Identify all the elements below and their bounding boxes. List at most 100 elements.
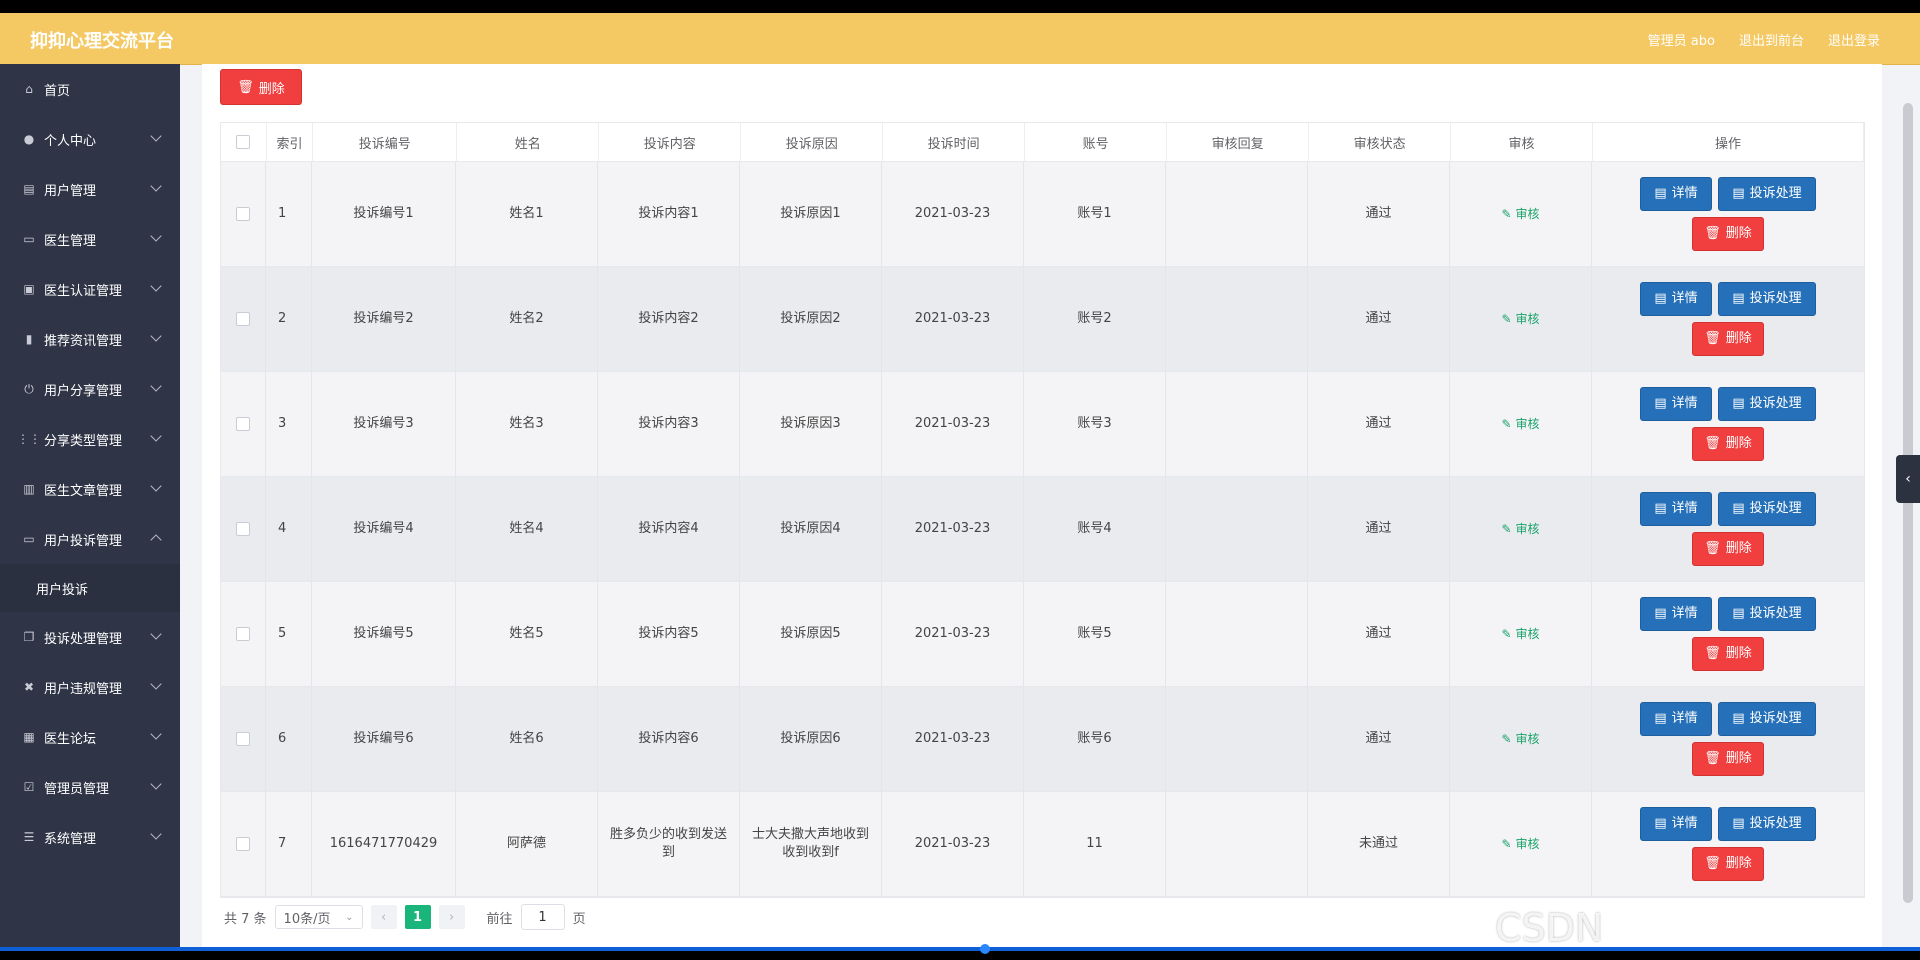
sidebar-item-doctors[interactable]: ▭ 医生管理 — [0, 214, 180, 264]
cell-name: 阿萨德 — [456, 792, 598, 896]
handle-complaint-button[interactable]: ▤ 投诉处理 — [1718, 807, 1816, 841]
sidebar-item-share-types[interactable]: ⋮⋮ 分享类型管理 — [0, 414, 180, 464]
delete-button[interactable]: 🗑 删除 — [1692, 322, 1764, 356]
sidebar-item-admins[interactable]: ☑ 管理员管理 — [0, 762, 180, 812]
sidebar-item-system[interactable]: ☰ 系统管理 — [0, 812, 180, 862]
row-checkbox[interactable] — [236, 417, 250, 431]
document-icon: ▤ — [1732, 291, 1745, 306]
document-icon: ▤ — [1654, 501, 1667, 516]
users-icon: ▤ — [23, 182, 35, 196]
column-header: 姓名 — [457, 123, 600, 161]
detail-button[interactable]: ▤ 详情 — [1640, 702, 1712, 736]
table-row: 5 投诉编号5 姓名5 投诉内容5 投诉原因5 2021-03-23 账号5 通过 ✎ 审核 ▤ 详情… — [221, 582, 1864, 687]
row-actions: ▤ 详情 ▤ 投诉处理 🗑 删除 — [1640, 492, 1816, 566]
handle-label: 投诉处理 — [1749, 291, 1802, 306]
sidebar-item-home[interactable]: ⌂ 首页 — [0, 64, 180, 114]
cell-code: 投诉编号1 — [312, 162, 456, 266]
sidebar-item-news[interactable]: ▮ 推荐资讯管理 — [0, 314, 180, 364]
row-actions-top: ▤ 详情 ▤ 投诉处理 — [1640, 492, 1816, 526]
detail-button[interactable]: ▤ 详情 — [1640, 807, 1712, 841]
complaints-table: 索引 投诉编号 姓名 投诉内容 投诉原因 投诉时间 账号 审核回复 审核状态 审… — [220, 122, 1865, 898]
detail-button[interactable]: ▤ 详情 — [1640, 492, 1712, 526]
cell-reason: 投诉原因2 — [740, 267, 882, 371]
sidebar-item-violations[interactable]: ✖ 用户违规管理 — [0, 662, 180, 712]
row-checkbox[interactable] — [236, 627, 250, 641]
page-number-current[interactable]: 1 — [404, 905, 431, 929]
batch-delete-button[interactable]: 🗑 删除 — [220, 69, 302, 105]
app-window: 抑抑心理交流平台 管理员 abo 退出到前台 退出登录 ⌂ 首页 ● 个人中心 … — [0, 13, 1920, 947]
handle-complaint-button[interactable]: ▤ 投诉处理 — [1718, 597, 1816, 631]
top-header: 抑抑心理交流平台 管理员 abo 退出到前台 退出登录 — [0, 13, 1920, 65]
delete-button[interactable]: 🗑 删除 — [1692, 532, 1764, 566]
back-to-front-link[interactable]: 退出到前台 — [1739, 30, 1804, 49]
row-checkbox[interactable] — [236, 522, 250, 536]
cell-status: 未通过 — [1308, 792, 1450, 896]
sidebar-subitem-user-complaint[interactable]: 用户投诉 — [0, 564, 180, 612]
detail-button[interactable]: ▤ 详情 — [1640, 387, 1712, 421]
row-checkbox[interactable] — [236, 837, 250, 851]
cell-reason: 投诉原因5 — [740, 582, 882, 686]
drawer-toggle-button[interactable]: ‹ — [1896, 455, 1920, 503]
cell-index: 4 — [266, 477, 312, 581]
detail-button[interactable]: ▤ 详情 — [1640, 177, 1712, 211]
row-select-cell — [221, 792, 266, 896]
id-card-icon: ▣ — [23, 282, 35, 296]
delete-button[interactable]: 🗑 删除 — [1692, 742, 1764, 776]
handle-complaint-button[interactable]: ▤ 投诉处理 — [1718, 177, 1816, 211]
handle-complaint-button[interactable]: ▤ 投诉处理 — [1718, 702, 1816, 736]
sidebar-item-doctor-certification[interactable]: ▣ 医生认证管理 — [0, 264, 180, 314]
sidebar-item-doctor-forum[interactable]: ▦ 医生论坛 — [0, 712, 180, 762]
cell-actions: ▤ 详情 ▤ 投诉处理 🗑 删除 — [1592, 477, 1864, 581]
row-checkbox[interactable] — [236, 312, 250, 326]
cell-account: 账号4 — [1024, 477, 1166, 581]
detail-button[interactable]: ▤ 详情 — [1640, 282, 1712, 316]
sidebar-item-doctor-articles[interactable]: ▥ 医生文章管理 — [0, 464, 180, 514]
audit-link[interactable]: ✎ 审核 — [1501, 310, 1539, 328]
audit-link[interactable]: ✎ 审核 — [1501, 205, 1539, 223]
cell-time: 2021-03-23 — [882, 687, 1024, 791]
sidebar-item-user-share[interactable]: ⏻ 用户分享管理 — [0, 364, 180, 414]
handle-complaint-button[interactable]: ▤ 投诉处理 — [1718, 282, 1816, 316]
prev-page-button[interactable]: ‹ — [370, 905, 397, 929]
page-scrollbar[interactable] — [1903, 103, 1913, 903]
sidebar-item-user-complaints[interactable]: ▭ 用户投诉管理 — [0, 514, 180, 564]
delete-button[interactable]: 🗑 删除 — [1692, 637, 1764, 671]
cell-content: 投诉内容5 — [598, 582, 740, 686]
cell-account: 账号1 — [1024, 162, 1166, 266]
trash-icon: 🗑 — [237, 79, 254, 95]
cell-audit: ✎ 审核 — [1450, 372, 1592, 476]
edit-icon: ✎ — [1501, 627, 1512, 641]
sidebar-item-complaint-handling[interactable]: ❐ 投诉处理管理 — [0, 612, 180, 662]
select-all-checkbox[interactable] — [236, 135, 251, 149]
header-actions: 管理员 abo 退出到前台 退出登录 — [1648, 30, 1880, 49]
page-size-select[interactable]: 10条/页 ⌄ — [274, 905, 363, 929]
row-actions-top: ▤ 详情 ▤ 投诉处理 — [1640, 282, 1816, 316]
page-size-value: 10条/页 — [283, 911, 331, 927]
next-page-button[interactable]: › — [438, 905, 465, 929]
handle-complaint-button[interactable]: ▤ 投诉处理 — [1718, 387, 1816, 421]
delete-label: 删除 — [1725, 436, 1752, 451]
detail-button[interactable]: ▤ 详情 — [1640, 597, 1712, 631]
delete-button[interactable]: 🗑 删除 — [1692, 217, 1764, 251]
sidebar-item-profile[interactable]: ● 个人中心 — [0, 114, 180, 164]
sidebar-item-users[interactable]: ▤ 用户管理 — [0, 164, 180, 214]
audit-link[interactable]: ✎ 审核 — [1501, 625, 1539, 643]
detail-label: 详情 — [1671, 396, 1698, 411]
goto-prefix: 前往 — [486, 911, 513, 927]
handle-complaint-button[interactable]: ▤ 投诉处理 — [1718, 492, 1816, 526]
column-header: 审核状态 — [1309, 123, 1452, 161]
progress-handle[interactable] — [980, 944, 990, 954]
cell-time: 2021-03-23 — [882, 267, 1024, 371]
delete-button[interactable]: 🗑 删除 — [1692, 427, 1764, 461]
logout-link[interactable]: 退出登录 — [1828, 30, 1880, 49]
video-progress-bar[interactable] — [0, 944, 1920, 954]
audit-link[interactable]: ✎ 审核 — [1501, 835, 1539, 853]
delete-button[interactable]: 🗑 删除 — [1692, 847, 1764, 881]
audit-link[interactable]: ✎ 审核 — [1501, 520, 1539, 538]
audit-link[interactable]: ✎ 审核 — [1501, 415, 1539, 433]
row-checkbox[interactable] — [236, 207, 250, 221]
row-checkbox[interactable] — [236, 732, 250, 746]
goto-page-input[interactable]: 1 — [520, 904, 565, 930]
cell-code: 投诉编号2 — [312, 267, 456, 371]
audit-link[interactable]: ✎ 审核 — [1501, 730, 1539, 748]
